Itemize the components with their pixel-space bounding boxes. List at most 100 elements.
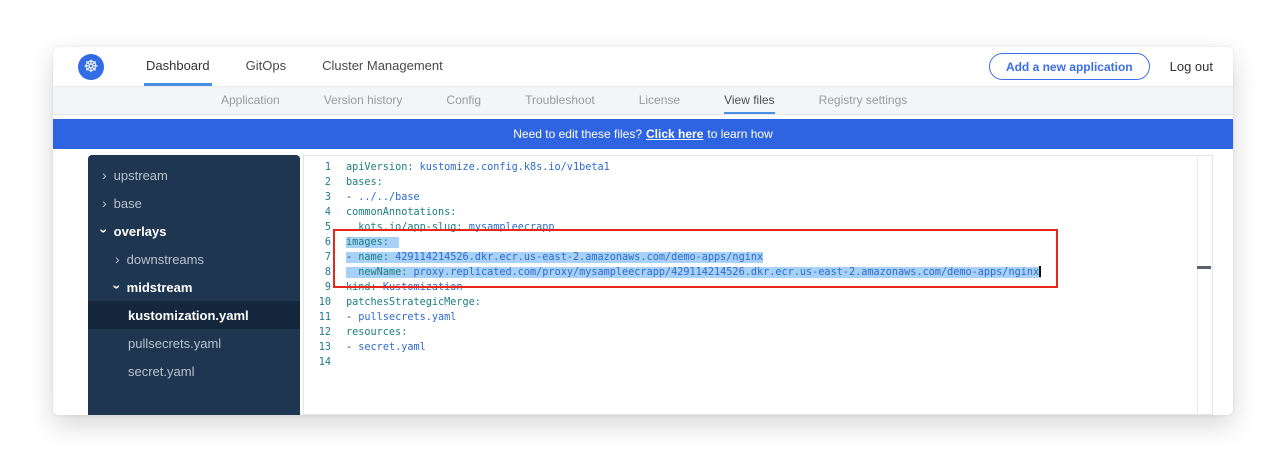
code-line-5[interactable]: 5 kots.io/app-slug: mysampleecrapp (304, 220, 1212, 235)
code-text: kind: Kustomization (346, 282, 463, 293)
chevron-down-icon: › (112, 285, 122, 290)
yaml-token: commonAnnotations: (346, 207, 456, 218)
line-number: 12 (304, 325, 331, 340)
code-line-14[interactable]: 14 (304, 355, 1212, 370)
tree-item-kustomization-yaml[interactable]: kustomization.yaml (88, 301, 300, 329)
yaml-token: images: (346, 237, 389, 248)
line-number: 13 (304, 340, 331, 355)
admin-console-window: ☸ Dashboard GitOps Cluster Management Add … (53, 47, 1233, 415)
code-line-7[interactable]: 7 - name: 429114214526.dkr.ecr.us-east-2.… (304, 250, 1212, 265)
code-text: patchesStrategicMerge: (346, 297, 481, 308)
topnav-tab-gitops[interactable]: GitOps (244, 47, 288, 86)
subnav-tab-version-history[interactable]: Version history (324, 87, 403, 114)
chevron-right-icon: › (115, 254, 120, 264)
line-number: 11 (304, 310, 331, 325)
selection-highlight: images: (346, 237, 399, 248)
yaml-token: kots.io/app-slug: (358, 222, 462, 233)
topnav-tabs: Dashboard GitOps Cluster Management (144, 47, 445, 86)
line-number: 9 (304, 280, 331, 295)
tree-item-label: kustomization.yaml (128, 308, 249, 323)
code-line-6[interactable]: 6 images: (304, 235, 1212, 250)
code-line-2[interactable]: 2 bases: (304, 175, 1212, 190)
chevron-down-icon: › (99, 229, 109, 234)
code-text: - name: 429114214526.dkr.ecr.us-east-2.a… (346, 252, 763, 263)
code-line-13[interactable]: 13 - secret.yaml (304, 340, 1212, 355)
cursor-position-marker (1197, 266, 1211, 269)
chevron-right-icon: › (102, 198, 107, 208)
line-number: 14 (304, 355, 331, 370)
tree-item-base[interactable]: ›base (88, 189, 300, 217)
code-lines: 1 apiVersion: kustomize.config.k8s.io/v1b… (304, 156, 1212, 370)
code-text: kots.io/app-slug: mysampleecrapp (346, 222, 555, 233)
subnav-tab-view-files[interactable]: View files (724, 87, 774, 114)
yaml-token: pullsecrets.yaml (358, 312, 456, 323)
yaml-code-editor[interactable]: 1 apiVersion: kustomize.config.k8s.io/v1b… (303, 155, 1213, 415)
topnav-actions: Add a new application Log out (989, 47, 1213, 86)
selection-highlight: - name: 429114214526.dkr.ecr.us-east-2.a… (346, 252, 763, 263)
subnav-tab-license[interactable]: License (639, 87, 680, 114)
tree-item-upstream[interactable]: ›upstream (88, 161, 300, 189)
tree-item-secret-yaml[interactable]: secret.yaml (88, 357, 300, 385)
line-number: 1 (304, 160, 331, 175)
code-line-8[interactable]: 8 newName: proxy.replicated.com/proxy/my… (304, 265, 1212, 280)
yaml-token: proxy.replicated.com/proxy/mysampleecrap… (414, 267, 1040, 278)
yaml-token: mysampleecrapp (469, 222, 555, 233)
code-text: newName: proxy.replicated.com/proxy/mysa… (346, 267, 1041, 278)
yaml-token: - (346, 252, 358, 263)
logout-link[interactable]: Log out (1170, 59, 1213, 74)
line-number: 7 (304, 250, 331, 265)
subnav-tab-config[interactable]: Config (446, 87, 481, 114)
scrollbar-track[interactable] (1197, 156, 1198, 414)
code-line-11[interactable]: 11 - pullsecrets.yaml (304, 310, 1212, 325)
tree-item-label: midstream (127, 280, 193, 295)
line-number: 2 (304, 175, 331, 190)
top-navigation: ☸ Dashboard GitOps Cluster Management Add … (53, 47, 1233, 87)
code-line-10[interactable]: 10patchesStrategicMerge: (304, 295, 1212, 310)
line-number: 8 (304, 265, 331, 280)
code-text: apiVersion: kustomize.config.k8s.io/v1be… (346, 162, 610, 173)
yaml-token: ../../base (358, 192, 419, 203)
file-tree-sidebar: ›upstream›base›overlays›downstreams›mids… (88, 155, 300, 415)
yaml-token: Kustomization (383, 282, 463, 293)
line-number: 6 (304, 235, 331, 250)
code-line-3[interactable]: 3 - ../../base (304, 190, 1212, 205)
code-line-9[interactable]: 9 kind: Kustomization (304, 280, 1212, 295)
yaml-token: 429114214526.dkr.ecr.us-east-2.amazonaws… (395, 252, 763, 263)
tree-item-label: overlays (114, 224, 167, 239)
topnav-tab-cluster-management[interactable]: Cluster Management (320, 47, 445, 86)
kubernetes-icon: ☸ (78, 54, 104, 80)
code-text: - pullsecrets.yaml (346, 312, 456, 323)
code-line-4[interactable]: 4commonAnnotations: (304, 205, 1212, 220)
code-text: - secret.yaml (346, 342, 426, 353)
tree-item-overlays[interactable]: › overlays (88, 217, 300, 245)
code-line-1[interactable]: 1 apiVersion: kustomize.config.k8s.io/v1b… (304, 160, 1212, 175)
yaml-token: kustomize.config.k8s.io/v1beta1 (420, 162, 610, 173)
tree-item-downstreams[interactable]: › downstreams (88, 245, 300, 273)
yaml-token: secret.yaml (358, 342, 425, 353)
tree-item-pullsecrets-yaml[interactable]: pullsecrets.yaml (88, 329, 300, 357)
subnav-tab-troubleshoot[interactable]: Troubleshoot (525, 87, 595, 114)
yaml-token (346, 222, 358, 233)
tree-item-label: pullsecrets.yaml (128, 336, 221, 351)
code-line-12[interactable]: 12 resources: (304, 325, 1212, 340)
tree-item-label: downstreams (127, 252, 204, 267)
yaml-token: apiVersion: (346, 162, 413, 173)
subnav-tab-registry-settings[interactable]: Registry settings (819, 87, 908, 114)
banner-click-here-link[interactable]: Click here (646, 127, 703, 141)
view-files-content: ›upstream›base›overlays›downstreams›mids… (88, 155, 1213, 415)
banner-text-before: Need to edit these files? (513, 127, 642, 141)
code-text: - ../../base (346, 192, 420, 203)
subnav-tab-application[interactable]: Application (221, 87, 280, 114)
add-new-application-button[interactable]: Add a new application (989, 53, 1150, 80)
tree-item-midstream[interactable]: › midstream (88, 273, 300, 301)
code-text: commonAnnotations: (346, 207, 456, 218)
banner-text-after: to learn how (707, 127, 772, 141)
selection-highlight: newName: proxy.replicated.com/proxy/mysa… (346, 267, 1041, 278)
yaml-token: - (346, 192, 358, 203)
yaml-token: bases: (346, 177, 383, 188)
line-number: 3 (304, 190, 331, 205)
topnav-tab-dashboard[interactable]: Dashboard (144, 47, 212, 86)
app-subnav: Application Version history Config Troubles… (53, 87, 1233, 115)
code-text: resources: (346, 327, 407, 338)
yaml-token: patchesStrategicMerge: (346, 297, 481, 308)
